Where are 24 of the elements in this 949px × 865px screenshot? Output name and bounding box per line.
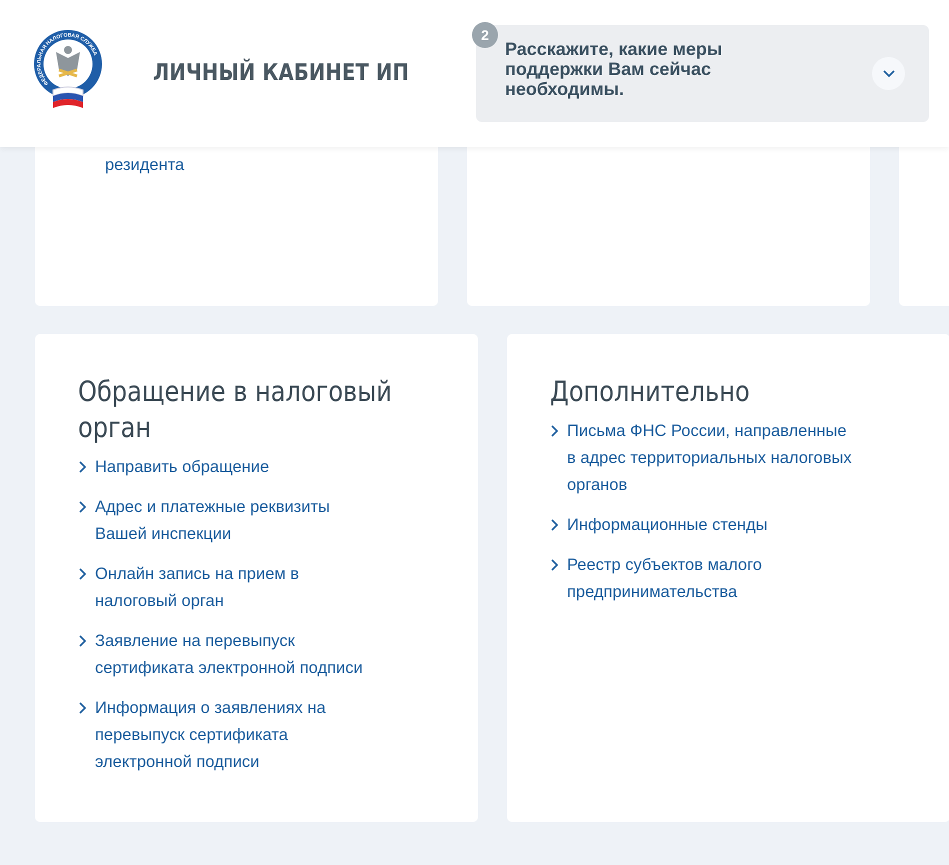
link[interactable]: Адрес и платежные реквизиты Вашей инспекции — [95, 494, 385, 548]
chevron-icon — [78, 702, 87, 714]
notice-text: Расскажите, какие меры поддержки Вам сейчас необходимы. — [505, 39, 724, 101]
chevron-icon — [78, 568, 87, 580]
card-title: Дополнительно — [550, 374, 751, 410]
link[interactable]: Информационные стенды — [567, 512, 768, 539]
chevron-icon — [550, 425, 559, 437]
expand-button[interactable] — [872, 57, 905, 90]
link[interactable]: Заявление на перевыпуск сертификата электронной подписи — [95, 628, 385, 682]
chevron-icon — [550, 519, 559, 531]
link[interactable]: Реестр субъектов малого предпринимательства — [567, 552, 857, 606]
link[interactable]: Информация о заявлениях на перевыпуск сертификата электронной подписи — [95, 695, 385, 776]
card-title: Обращение в налоговый орган — [78, 374, 393, 446]
link-text[interactable]: резидента — [105, 152, 418, 179]
link[interactable]: Письма ФНС России, направленные в адрес территориальных налоговых органов — [567, 418, 857, 499]
step-badge: 2 — [472, 22, 498, 48]
link[interactable]: Направить обращение — [95, 454, 270, 481]
link[interactable]: Онлайн запись на прием в налоговый орган — [95, 561, 385, 615]
chevron-icon — [78, 461, 87, 473]
page-title: ЛИЧНЫЙ КАБИНЕТ ИП — [153, 58, 410, 88]
chevron-down-icon — [882, 70, 894, 78]
chevron-icon — [78, 635, 87, 647]
chevron-icon — [550, 559, 559, 571]
chevron-icon — [78, 501, 87, 513]
